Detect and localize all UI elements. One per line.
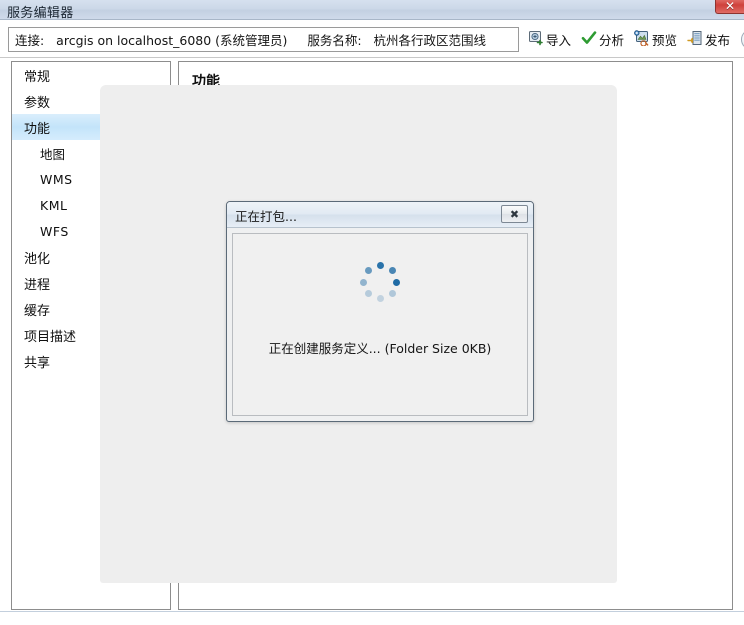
- dialog-close-icon: ✖: [509, 207, 520, 221]
- dialog-title: 正在打包...: [235, 209, 297, 224]
- sidebar-item-label: WMS: [40, 171, 73, 187]
- publish-icon: [687, 30, 703, 49]
- toolbar: 连接: arcgis on localhost_6080 (系统管理员) 服务名…: [0, 20, 744, 58]
- sidebar-item-label: 池化: [24, 251, 51, 267]
- publish-label: 发布: [705, 33, 731, 48]
- loading-spinner-icon: [360, 262, 400, 302]
- connection-label: 连接:: [15, 33, 45, 48]
- import-label: 导入: [546, 33, 572, 48]
- sidebar-item-label: 项目描述: [24, 329, 77, 345]
- sidebar-item-label: 共享: [24, 355, 51, 371]
- dialog-status-text: 正在创建服务定义... (Folder Size 0KB): [268, 341, 492, 356]
- sidebar-item-label: 地图: [40, 146, 66, 162]
- toolbar-actions: 导入 分析 预览 发布: [527, 27, 744, 52]
- service-name-value: 杭州各行政区范围线: [373, 33, 487, 48]
- packaging-dialog: 正在打包... ✖ 正在创建服务定义... (Folder Size 0KB): [226, 201, 534, 422]
- import-icon: [528, 30, 544, 49]
- window-title: 服务编辑器: [7, 6, 74, 21]
- close-icon: ✕: [724, 0, 736, 13]
- dialog-body: 正在创建服务定义... (Folder Size 0KB): [232, 233, 528, 416]
- analyze-label: 分析: [599, 33, 625, 48]
- connection-field[interactable]: 连接: arcgis on localhost_6080 (系统管理员) 服务名…: [8, 27, 519, 52]
- sidebar-item-label: 功能: [24, 121, 51, 137]
- preview-label: 预览: [652, 33, 678, 48]
- publish-button[interactable]: 发布: [686, 29, 731, 51]
- window-bottom-edge: [0, 611, 744, 625]
- dialog-titlebar: 正在打包... ✖: [227, 202, 533, 228]
- dialog-close-button[interactable]: ✖: [501, 205, 528, 223]
- window-titlebar: 服务编辑器 ✕: [0, 0, 744, 21]
- service-name-label: 服务名称:: [307, 33, 362, 48]
- import-button[interactable]: 导入: [527, 29, 572, 51]
- preview-button[interactable]: 预览: [633, 29, 678, 51]
- preview-icon: [634, 30, 650, 49]
- connection-value: arcgis on localhost_6080 (系统管理员): [56, 33, 288, 48]
- sidebar-item-label: 参数: [24, 95, 51, 111]
- window-close-button[interactable]: ✕: [715, 0, 744, 14]
- sidebar-item-label: KML: [40, 197, 68, 213]
- sidebar-item-label: WFS: [40, 223, 69, 239]
- sidebar-item-label: 缓存: [24, 303, 51, 319]
- sidebar-item-label: 常规: [24, 69, 51, 85]
- analyze-check-icon: [581, 30, 597, 49]
- sidebar-item-label: 进程: [24, 277, 51, 293]
- analyze-button[interactable]: 分析: [580, 29, 625, 51]
